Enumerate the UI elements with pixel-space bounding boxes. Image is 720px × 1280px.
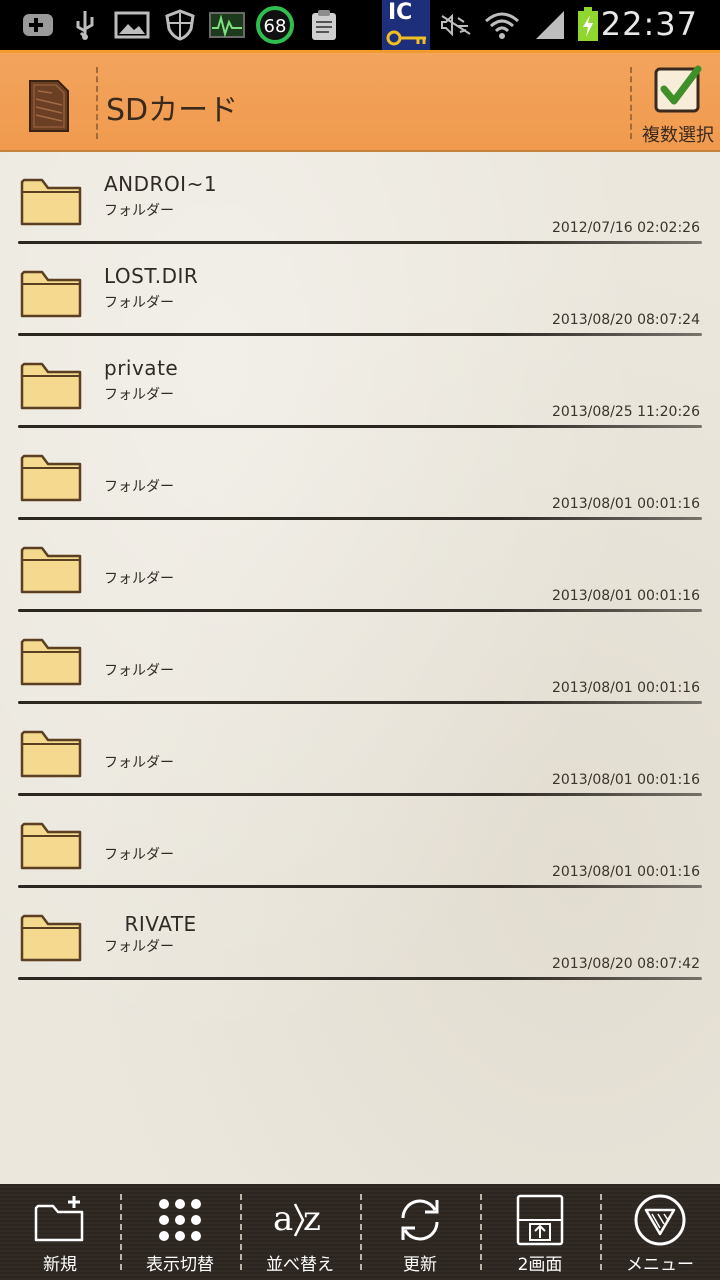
header-divider <box>630 67 632 139</box>
shield-icon <box>162 8 198 42</box>
list-item[interactable]: フォルダー 2013/08/01 00:01:16 <box>0 704 720 796</box>
refresh-icon <box>390 1192 450 1248</box>
file-name: LOST.DIR <box>104 264 199 288</box>
dual-pane-button[interactable]: 2画面 <box>480 1184 600 1280</box>
folder-icon <box>20 914 82 962</box>
file-date: 2013/08/01 00:01:16 <box>551 772 700 788</box>
file-kind: フォルダー <box>104 479 174 495</box>
file-date: 2013/08/01 00:01:16 <box>551 496 700 512</box>
file-kind: フォルダー <box>104 571 174 587</box>
new-folder-icon <box>30 1192 90 1248</box>
multi-select-button[interactable]: 複数選択 <box>638 63 718 147</box>
sd-card-icon[interactable] <box>26 79 70 137</box>
menu-triangle-icon <box>630 1192 690 1248</box>
image-icon <box>112 8 152 42</box>
folder-icon <box>20 730 82 778</box>
list-item[interactable]: private フォルダー 2013/08/25 11:20:26 <box>0 336 720 428</box>
svg-text:68: 68 <box>264 16 287 37</box>
list-item[interactable]: ANDROI~1 フォルダー 2012/07/16 02:02:26 <box>0 152 720 244</box>
svg-text:z: z <box>303 1199 321 1239</box>
signal-icon <box>530 8 570 42</box>
file-date: 2013/08/20 08:07:24 <box>551 312 700 328</box>
view-toggle-button[interactable]: 表示切替 <box>120 1184 240 1280</box>
file-kind: フォルダー <box>104 295 174 311</box>
file-name: RIVATE <box>104 912 197 936</box>
refresh-button[interactable]: 更新 <box>360 1184 480 1280</box>
folder-icon <box>20 822 82 870</box>
bottom-toolbar: 新規 表示切替 az 並べ替え 更新 2画面 メニュー <box>0 1184 720 1280</box>
file-date: 2013/08/01 00:01:16 <box>551 680 700 696</box>
file-date: 2013/08/01 00:01:16 <box>551 588 700 604</box>
folder-icon <box>20 270 82 318</box>
folder-icon <box>20 454 82 502</box>
file-date: 2013/08/20 08:07:42 <box>551 956 700 972</box>
file-kind: フォルダー <box>104 755 174 771</box>
list-item[interactable]: フォルダー 2013/08/01 00:01:16 <box>0 612 720 704</box>
file-name: private <box>104 356 179 380</box>
file-list: ANDROI~1 フォルダー 2012/07/16 02:02:26 LOST.… <box>0 152 720 1184</box>
folder-icon <box>20 362 82 410</box>
dual-pane-label: 2画面 <box>517 1255 563 1275</box>
battery-charging-icon <box>574 7 602 42</box>
svg-text:a: a <box>273 1199 293 1239</box>
file-date: 2013/08/01 00:01:16 <box>551 864 700 880</box>
checkbox-check-icon <box>654 65 702 113</box>
multi-select-label: 複数選択 <box>642 125 714 146</box>
list-item[interactable]: フォルダー 2013/08/01 00:01:16 <box>0 796 720 888</box>
status-bar: 68 IC 22:37 <box>0 0 720 50</box>
folder-icon <box>20 178 82 226</box>
refresh-label: 更新 <box>403 1255 437 1275</box>
list-item[interactable]: LOST.DIR フォルダー 2013/08/20 08:07:24 <box>0 244 720 336</box>
counter-badge-icon: 68 <box>254 6 296 44</box>
file-kind: フォルダー <box>104 387 174 403</box>
folder-icon <box>20 638 82 686</box>
new-button[interactable]: 新規 <box>0 1184 120 1280</box>
header-divider <box>96 67 98 139</box>
file-kind: フォルダー <box>104 939 174 955</box>
add-notification-icon <box>18 8 56 42</box>
menu-label: メニュー <box>626 1255 694 1275</box>
activity-monitor-icon <box>206 8 248 42</box>
sort-label: 並べ替え <box>266 1255 334 1275</box>
usb-icon <box>70 8 100 42</box>
ic-key-icon: IC <box>382 0 430 50</box>
list-item[interactable]: フォルダー 2013/08/01 00:01:16 <box>0 428 720 520</box>
sort-az-icon: az <box>270 1192 330 1248</box>
list-item[interactable]: RIVATE フォルダー 2013/08/20 08:07:42 <box>0 888 720 980</box>
row-divider <box>18 977 702 980</box>
file-kind: フォルダー <box>104 663 174 679</box>
clock: 22:37 <box>600 5 698 43</box>
file-kind: フォルダー <box>104 203 174 219</box>
mute-icon <box>436 8 476 42</box>
file-kind: フォルダー <box>104 847 174 863</box>
view-toggle-label: 表示切替 <box>146 1255 214 1275</box>
file-name: ANDROI~1 <box>104 172 218 196</box>
file-date: 2013/08/25 11:20:26 <box>551 404 700 420</box>
clipboard-icon <box>306 8 342 42</box>
grid-view-icon <box>150 1192 210 1248</box>
dual-pane-icon <box>510 1192 570 1248</box>
page-title: SDカード <box>106 93 239 128</box>
app-header: SDカード 複数選択 <box>0 50 720 152</box>
sort-button[interactable]: az 並べ替え <box>240 1184 360 1280</box>
menu-button[interactable]: メニュー <box>600 1184 720 1280</box>
folder-icon <box>20 546 82 594</box>
file-date: 2012/07/16 02:02:26 <box>551 220 700 236</box>
wifi-icon <box>482 8 522 42</box>
list-item[interactable]: フォルダー 2013/08/01 00:01:16 <box>0 520 720 612</box>
new-label: 新規 <box>43 1255 77 1275</box>
